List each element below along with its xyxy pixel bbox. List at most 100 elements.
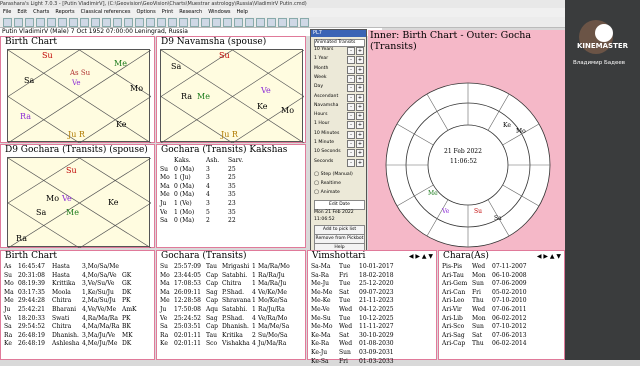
toolbar-button[interactable] xyxy=(25,18,34,27)
toolbar-button[interactable] xyxy=(47,18,56,27)
toolbar-button[interactable] xyxy=(300,18,309,27)
increment-button[interactable]: + xyxy=(356,121,364,130)
increment-button[interactable]: + xyxy=(356,74,364,83)
toolbar-button[interactable] xyxy=(135,18,144,27)
menu-item[interactable]: Research xyxy=(179,9,202,15)
menu-item[interactable]: File xyxy=(3,9,11,15)
planet-sa: Sa xyxy=(36,208,47,217)
panel-title: Gochara (Transits) Kakshas xyxy=(157,145,305,156)
kakshas-cell: 25 xyxy=(228,165,236,173)
toolbar-button[interactable] xyxy=(245,18,254,27)
table-cell: Ma xyxy=(4,288,14,296)
menu-item[interactable]: Reports xyxy=(55,9,74,15)
toolbar-button[interactable] xyxy=(168,18,177,27)
decrement-button[interactable]: - xyxy=(347,56,355,65)
decrement-button[interactable]: - xyxy=(347,93,355,102)
nav-arrows[interactable]: ◀ ▶ ▲ ▼ xyxy=(409,253,433,260)
dialog-interval-label: 10 Years xyxy=(314,47,334,52)
table-cell: 07-06-2013 xyxy=(492,331,527,339)
menu-item[interactable]: Options xyxy=(136,9,155,15)
increment-button[interactable]: + xyxy=(356,149,364,158)
increment-button[interactable]: + xyxy=(356,130,364,139)
toolbar-button[interactable] xyxy=(113,18,122,27)
decrement-button[interactable]: - xyxy=(347,140,355,148)
increment-button[interactable]: + xyxy=(356,112,364,121)
table-cell: Cap xyxy=(206,280,219,288)
decrement-button[interactable]: - xyxy=(347,74,355,83)
nav-arrows[interactable]: ◀ ▶ ▲ ▼ xyxy=(537,253,561,260)
dialog-interval-label: 1 Minute xyxy=(314,140,335,145)
kakshas-header: Sarv. xyxy=(228,157,244,164)
decrement-button[interactable]: - xyxy=(347,65,355,74)
decrement-button[interactable]: - xyxy=(347,112,355,121)
wheel-sa: Sa xyxy=(494,215,502,222)
increment-button[interactable]: + xyxy=(356,102,364,111)
toolbar-button[interactable] xyxy=(179,18,188,27)
table-cell: Sag xyxy=(206,288,218,296)
toolbar-button[interactable] xyxy=(3,18,12,27)
increment-button[interactable]: + xyxy=(356,47,364,55)
decrement-button[interactable]: - xyxy=(347,130,355,139)
toolbar-button[interactable] xyxy=(256,18,265,27)
toolbar-button[interactable] xyxy=(80,18,89,27)
toolbar-button[interactable] xyxy=(201,18,210,27)
table-cell: Fri xyxy=(472,288,481,296)
decrement-button[interactable]: - xyxy=(347,47,355,55)
kakshas-cell: 35 xyxy=(228,208,236,216)
planet-ke: Ke xyxy=(108,198,119,207)
transits-wheel[interactable] xyxy=(368,30,565,252)
dialog-select[interactable]: Edit Date xyxy=(314,200,365,210)
d9-gochara-diagram[interactable]: Su Mo Ve Sa Me Ke Ra xyxy=(7,157,151,248)
table-cell: DK xyxy=(122,340,132,348)
dialog-radio-option[interactable]: ◯ Realtime xyxy=(314,181,341,186)
decrement-button[interactable]: - xyxy=(347,158,355,167)
toolbar-button[interactable] xyxy=(267,18,276,27)
decrement-button[interactable]: - xyxy=(347,84,355,93)
table-cell: Ma xyxy=(160,288,170,296)
dialog-header: Animated Transits xyxy=(314,39,365,47)
increment-button[interactable]: + xyxy=(356,65,364,74)
toolbar-button[interactable] xyxy=(14,18,23,27)
toolbar-button[interactable] xyxy=(146,18,155,27)
increment-button[interactable]: + xyxy=(356,84,364,93)
increment-button[interactable]: + xyxy=(356,56,364,65)
increment-button[interactable]: + xyxy=(356,158,364,167)
decrement-button[interactable]: - xyxy=(347,102,355,111)
decrement-button[interactable]: - xyxy=(347,149,355,158)
menu-item[interactable]: Windows xyxy=(208,9,230,15)
table-cell: Sa-Ra xyxy=(311,271,329,279)
birth-chart-diagram[interactable]: Su As Su Ve Me Mo Sa Ju R Ke Ra xyxy=(7,49,151,143)
decrement-button[interactable]: - xyxy=(347,121,355,130)
table-row: Ma 17:08:53 Cap Chitra 1 Ma/Ra/Ju xyxy=(160,280,302,289)
toolbar-button[interactable] xyxy=(91,18,100,27)
toolbar-button[interactable] xyxy=(36,18,45,27)
menu-item[interactable]: Charts xyxy=(33,9,49,15)
dialog-radio-option[interactable]: ◯ Step (Manual) xyxy=(314,172,353,177)
toolbar-button[interactable] xyxy=(58,18,67,27)
increment-button[interactable]: + xyxy=(356,93,364,102)
d9-chart-diagram[interactable]: Su Sa Ra Me Ve Ke Mo Ju R xyxy=(160,49,304,143)
toolbar-button[interactable] xyxy=(102,18,111,27)
planet-ve: Ve xyxy=(261,86,271,95)
menu-item[interactable]: Classical references xyxy=(81,9,131,15)
toolbar-button[interactable] xyxy=(289,18,298,27)
increment-button[interactable]: + xyxy=(356,140,364,148)
kakshas-header: Ash. xyxy=(206,157,220,164)
toolbar-button[interactable] xyxy=(190,18,199,27)
toolbar-button[interactable] xyxy=(124,18,133,27)
kakshas-cell: 3 xyxy=(206,174,210,182)
table-cell: 01-08-2030 xyxy=(359,340,394,348)
kakshas-cell: Ve xyxy=(160,208,168,216)
toolbar-button[interactable] xyxy=(223,18,232,27)
toolbar-button[interactable] xyxy=(157,18,166,27)
toolbar-button[interactable] xyxy=(69,18,78,27)
toolbar-button[interactable] xyxy=(234,18,243,27)
table-cell: 29:54:52 xyxy=(18,323,45,331)
dialog-radio-option[interactable]: ◯ Animate xyxy=(314,190,340,195)
menu-item[interactable]: Edit xyxy=(17,9,27,15)
toolbar-button[interactable] xyxy=(278,18,287,27)
menu-item[interactable]: Help xyxy=(237,9,248,15)
menu-item[interactable]: Print xyxy=(162,9,174,15)
toolbar-button[interactable] xyxy=(212,18,221,27)
table-cell: As xyxy=(4,263,12,270)
